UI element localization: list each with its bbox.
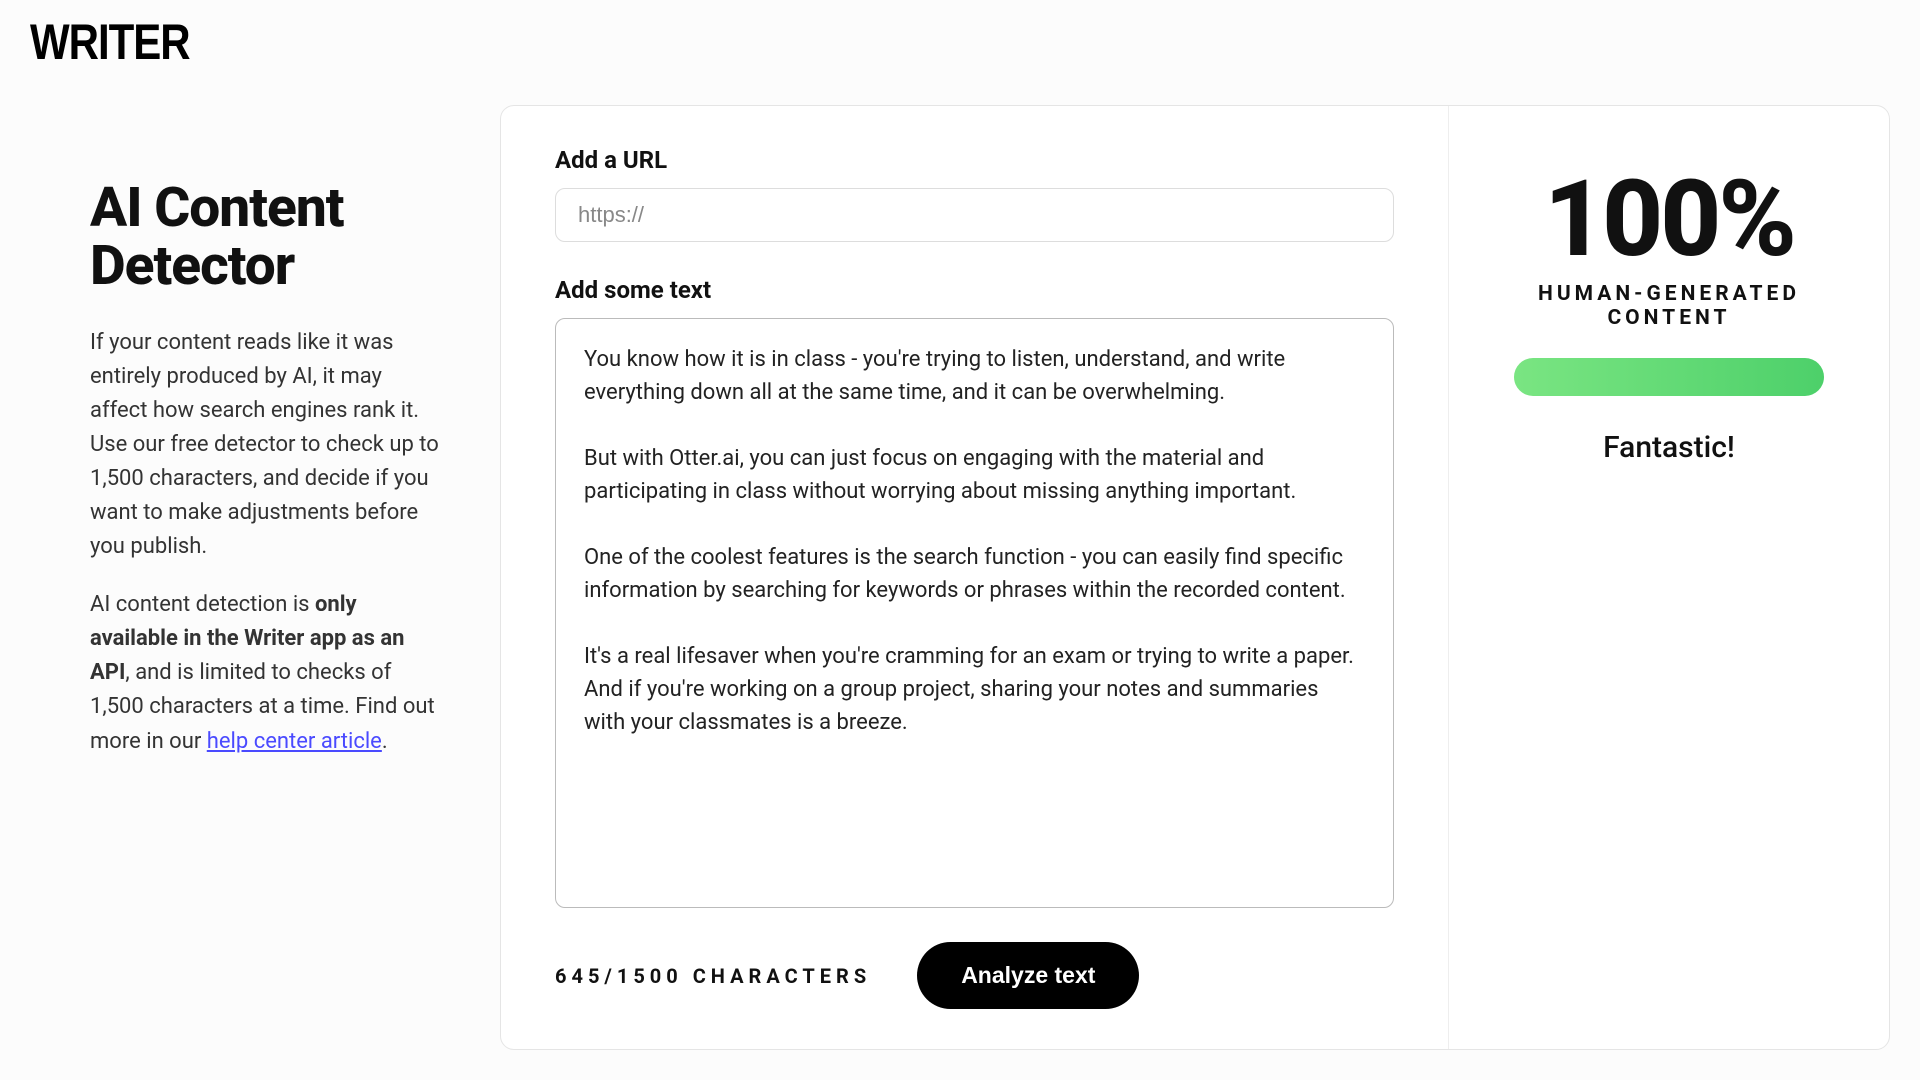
url-input[interactable] [555,188,1394,242]
progress-bar [1514,358,1824,396]
url-label: Add a URL [555,146,1394,174]
center-panel: Add a URL Add some text 645/1500 CHARACT… [501,106,1449,1049]
score-label: HUMAN-GENERATED CONTENT [1489,282,1849,330]
desc2-suffix: . [382,729,388,754]
main-container: AI Content Detector If your content read… [0,0,1920,1080]
description-2: AI content detection is only available i… [90,588,440,758]
right-panel: 100% HUMAN-GENERATED CONTENT Fantastic! [1449,106,1889,1049]
desc2-prefix: AI content detection is [90,592,315,617]
char-count: 645/1500 CHARACTERS [555,964,871,988]
verdict-text: Fantastic! [1489,430,1849,465]
text-input[interactable] [555,318,1394,908]
description-1: If your content reads like it was entire… [90,326,440,565]
text-label: Add some text [555,276,1394,304]
card: Add a URL Add some text 645/1500 CHARACT… [500,105,1890,1050]
help-center-link[interactable]: help center article [207,729,382,754]
score-value: 100% [1489,166,1849,272]
page-title: AI Content Detector [90,180,440,296]
logo: WRITER [30,13,190,71]
bottom-row: 645/1500 CHARACTERS Analyze text [555,942,1394,1009]
left-panel: AI Content Detector If your content read… [30,105,500,1050]
analyze-button[interactable]: Analyze text [917,942,1139,1009]
